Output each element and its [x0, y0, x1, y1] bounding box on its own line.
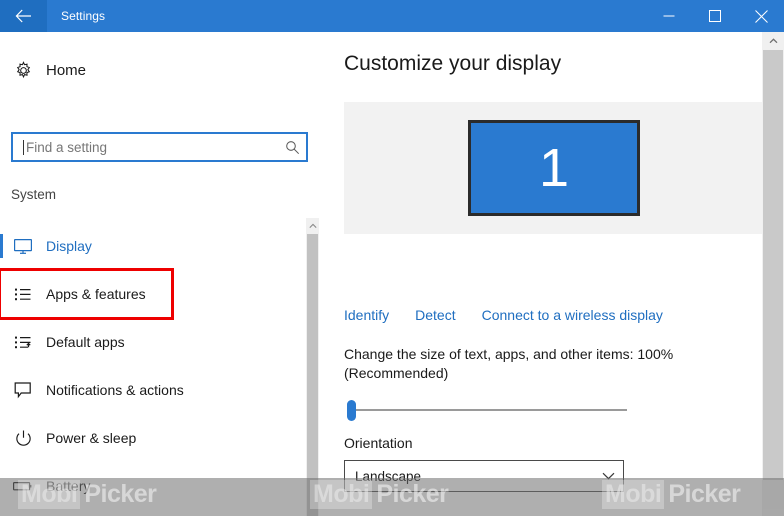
titlebar-spacer [105, 0, 646, 32]
sidebar-item-home[interactable]: Home [0, 52, 300, 88]
sidebar-item-default-apps[interactable]: Default apps [0, 318, 310, 366]
sidebar-item-label: Battery [46, 478, 91, 494]
sidebar-scrollbar[interactable] [306, 218, 319, 516]
display-actions-row: Identify Detect Connect to a wireless di… [344, 307, 663, 323]
sidebar-item-label: Notifications & actions [46, 382, 184, 398]
sidebar-item-label: Default apps [46, 334, 125, 350]
window-controls [646, 0, 784, 32]
window-title: Settings [61, 9, 106, 23]
orientation-selected-value: Landscape [355, 468, 422, 484]
minimize-icon [663, 10, 675, 22]
monitor-preview-1[interactable]: 1 [468, 120, 640, 216]
display-preview-area: 1 [344, 102, 762, 234]
maximize-button[interactable] [692, 0, 738, 32]
main-scrollbar[interactable] [762, 32, 784, 516]
orientation-dropdown[interactable]: Landscape [344, 460, 624, 492]
scrollbar-thumb[interactable] [307, 234, 318, 516]
battery-icon [0, 479, 46, 493]
monitor-icon [0, 238, 46, 255]
sidebar-item-label: Display [46, 238, 92, 254]
sidebar-item-label: Apps & features [46, 286, 146, 302]
sidebar-item-label: Power & sleep [46, 430, 137, 446]
back-button[interactable] [0, 0, 47, 32]
gear-icon [0, 60, 46, 80]
scrollbar-thumb[interactable] [763, 50, 783, 480]
sidebar-item-storage[interactable]: Storage [0, 510, 310, 516]
close-button[interactable] [738, 0, 784, 32]
sidebar-item-notifications-and-actions[interactable]: Notifications & actions [0, 366, 310, 414]
search-input[interactable]: Find a setting [11, 132, 308, 162]
sidebar-section-header: System [11, 187, 57, 202]
title-bar: Settings [0, 0, 784, 32]
sidebar-item-battery[interactable]: Battery [0, 462, 310, 510]
home-label: Home [46, 61, 87, 79]
scroll-up-button[interactable] [762, 32, 784, 48]
list-arrow-icon [0, 334, 46, 351]
chevron-up-icon [769, 31, 778, 49]
main-content: Customize your display 1 Identify Detect… [322, 32, 762, 516]
chevron-down-icon [593, 472, 623, 480]
sidebar-item-power-and-sleep[interactable]: Power & sleep [0, 414, 310, 462]
search-placeholder: Find a setting [26, 139, 108, 155]
chevron-up-icon [308, 216, 317, 234]
scale-description: Change the size of text, apps, and other… [344, 346, 674, 381]
minimize-button[interactable] [646, 0, 692, 32]
detect-link[interactable]: Detect [415, 307, 455, 323]
arrow-left-icon [15, 9, 32, 23]
close-icon [754, 9, 768, 23]
scale-slider[interactable] [344, 399, 627, 421]
monitor-number: 1 [538, 138, 570, 198]
sidebar: Home Find a setting System Display Apps … [0, 32, 322, 516]
sidebar-nav-list: Display Apps & features Default apps Not… [0, 222, 310, 516]
power-icon [0, 429, 46, 448]
settings-window: Settings Home Find a setting System Disp… [0, 0, 784, 516]
page-title: Customize your display [344, 52, 562, 75]
slider-track [353, 409, 627, 411]
connect-wireless-display-link[interactable]: Connect to a wireless display [482, 307, 663, 323]
scroll-up-button[interactable] [306, 218, 319, 232]
orientation-label: Orientation [344, 435, 413, 451]
sidebar-item-display[interactable]: Display [0, 222, 310, 270]
list-bullet-icon [0, 286, 46, 303]
search-icon[interactable] [278, 140, 306, 155]
maximize-icon [709, 10, 721, 22]
sidebar-item-apps-and-features[interactable]: Apps & features [0, 268, 174, 320]
identify-link[interactable]: Identify [344, 307, 389, 323]
slider-thumb[interactable] [347, 400, 356, 421]
speech-bubble-icon [0, 381, 46, 399]
